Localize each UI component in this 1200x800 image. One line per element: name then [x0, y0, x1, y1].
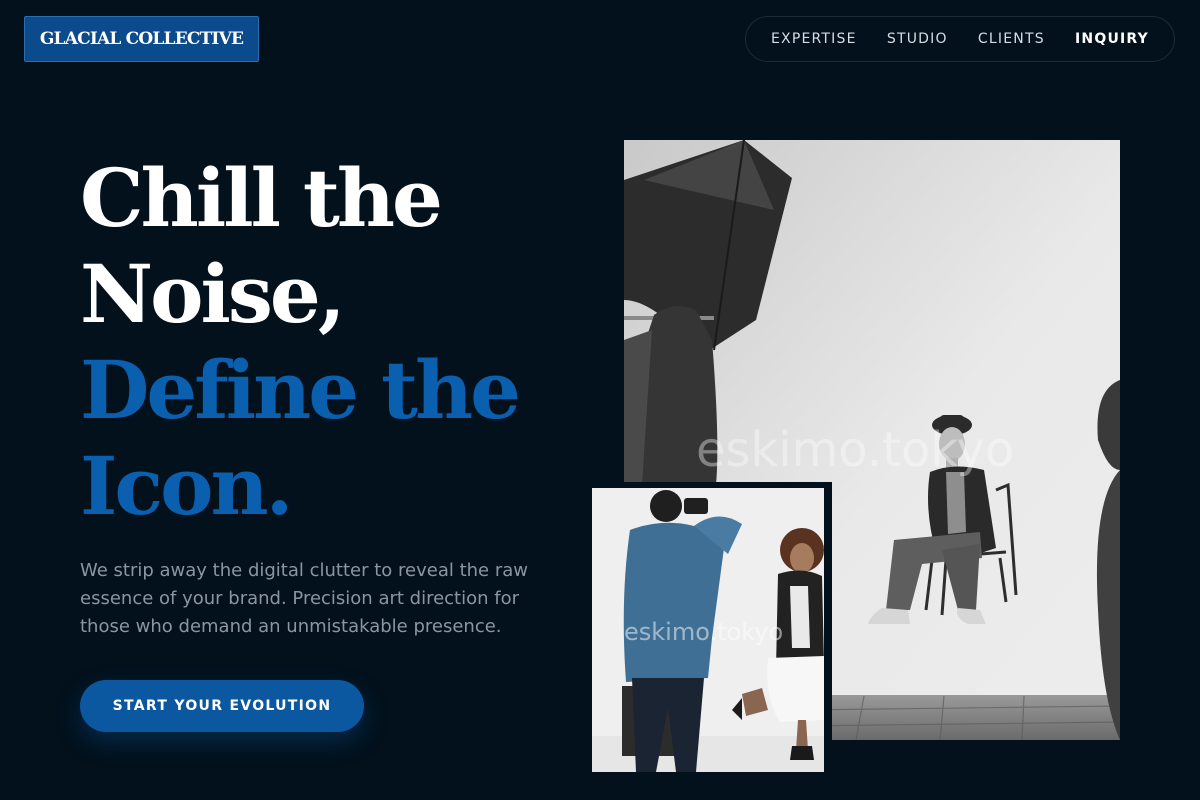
nav-item-inquiry[interactable]: INQUIRY [1075, 31, 1149, 47]
inset-watermark: eskimo.tokyo [624, 618, 783, 646]
main-nav: EXPERTISE STUDIO CLIENTS INQUIRY [745, 16, 1175, 62]
brand-logo[interactable]: GLACIAL COLLECTIVE [24, 16, 259, 62]
hero-description: We strip away the digital clutter to rev… [80, 560, 528, 637]
nav-item-studio[interactable]: STUDIO [887, 31, 948, 47]
main-watermark: eskimo.tokyo [696, 422, 1014, 478]
headline-line-4: Icon. [80, 439, 294, 533]
landing-page: GLACIAL COLLECTIVE EXPERTISE STUDIO CLIE… [0, 0, 1200, 800]
start-evolution-button[interactable]: START YOUR EVOLUTION [80, 680, 364, 732]
headline-line-1: Chill the [80, 151, 443, 245]
headline-line-3: Define the [80, 343, 521, 437]
nav-item-expertise[interactable]: EXPERTISE [771, 31, 857, 47]
photographer-shoot-illustration: eskimo.tokyo [592, 488, 824, 772]
hero-headline: Chill the Noise, Define the Icon. [80, 150, 521, 534]
brand-logo-text: GLACIAL COLLECTIVE [39, 29, 244, 49]
nav-item-clients[interactable]: CLIENTS [978, 31, 1045, 47]
headline-line-2: Noise, [80, 247, 346, 341]
hero-photo-inset: eskimo.tokyo [592, 488, 824, 772]
